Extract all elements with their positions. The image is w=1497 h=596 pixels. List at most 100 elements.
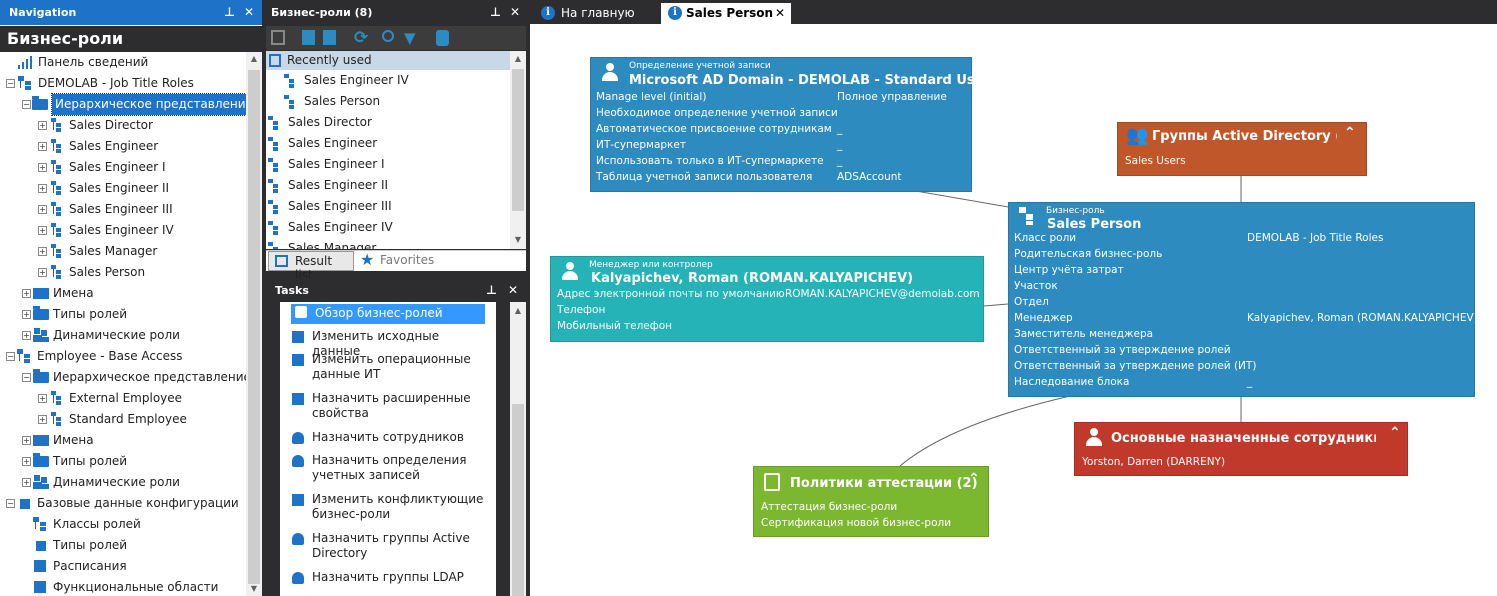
expand-icon[interactable]: + [22,310,31,319]
results-scroll-thumb[interactable] [512,69,524,211]
tab-favorites[interactable]: ★ Favorites [358,250,438,271]
result-item[interactable]: Sales Manager [266,238,510,249]
tasks-scrollbar[interactable]: ▲ [510,302,526,596]
task-item[interactable]: Назначить группы Active Directory [288,531,488,565]
nav-tree-item[interactable]: − Базовые данные конфигурации [0,493,246,514]
expand-icon[interactable]: + [38,142,47,151]
scroll-up-icon[interactable]: ▲ [246,54,262,63]
card-manager[interactable]: Менеджер или контролер Kalyapichev, Roma… [550,256,984,342]
nav-tree-item[interactable]: + Динамические роли [0,472,246,493]
task-item[interactable]: Назначить расширенные свойства [288,391,488,425]
result-item[interactable]: Sales Engineer IV [266,70,510,91]
expand-icon[interactable]: + [22,289,31,298]
nav-tree-item[interactable]: − Иерархическое представление [0,367,246,388]
card-item[interactable]: Yorston, Darren (DARRENY) [1082,456,1225,468]
card-account-definition[interactable]: Определение учетной записи Microsoft AD … [590,57,990,192]
nav-tree-item[interactable]: + Имена [0,430,246,451]
collapse-icon[interactable]: ⌃ [1389,425,1401,441]
nav-tree-item[interactable]: + Типы ролей [0,304,246,325]
result-item[interactable]: Sales Director [266,112,510,133]
collapse-icon[interactable]: ⌃ [968,471,980,487]
nav-scrollbar[interactable]: ▲ ▼ [246,52,262,596]
tab-result-list[interactable]: Result list [268,251,354,282]
nav-tree-item[interactable]: Панель сведений [0,52,246,73]
collapse-icon[interactable]: − [6,79,15,88]
nav-tree-item[interactable]: + Standard Employee [0,409,246,430]
task-item[interactable]: Изменить операционные данные ИТ [288,352,488,386]
result-item[interactable]: Sales Engineer II [266,175,510,196]
pin-icon[interactable]: ⊥ [490,5,501,19]
card-attestation-policies[interactable]: Политики аттестации (2) ⌃ Аттестация биз… [753,466,989,537]
card-item[interactable]: Аттестация бизнес-роли [761,501,897,513]
nav-tree-item[interactable]: + Sales Engineer [0,136,246,157]
nav-tree-item[interactable]: + Sales Person [0,262,246,283]
nav-scroll-thumb[interactable] [248,70,260,584]
expand-icon[interactable]: + [38,268,47,277]
nav-tree-item[interactable]: + Sales Engineer I [0,157,246,178]
pin-icon[interactable]: ⊥ [224,5,235,19]
nav-tree-item[interactable]: − Иерархическое представление [0,93,246,116]
nav-tree-item[interactable]: + Типы ролей [0,451,246,472]
pin-icon[interactable]: ⊥ [486,283,497,297]
nav-tree-item[interactable]: + Sales Director [0,115,246,136]
tasks-scroll-thumb[interactable] [512,404,524,596]
database-icon[interactable] [436,30,449,46]
nav-tree-item[interactable]: + Динамические роли [0,325,246,346]
result-item[interactable]: Sales Person [266,91,510,112]
expand-icon[interactable]: + [38,415,47,424]
expand-icon[interactable]: + [38,247,47,256]
tab-home[interactable]: i На главную [534,3,658,24]
nav-tree-item[interactable]: + Sales Engineer IV [0,220,246,241]
nav-tree-item[interactable]: Классы ролей [0,514,246,535]
task-item[interactable]: Назначить группы LDAP [288,570,488,590]
expand-icon[interactable]: + [22,457,31,466]
card-item[interactable]: Сертификация новой бизнес-роли [761,517,951,529]
delete-icon[interactable] [323,30,336,45]
collapse-icon[interactable]: ⌃ [1344,125,1356,141]
expand-icon[interactable]: + [38,226,47,235]
expand-icon[interactable]: + [38,394,47,403]
close-tab-icon[interactable]: ✕ [775,3,785,23]
expand-icon[interactable]: + [22,436,31,445]
result-item[interactable]: Sales Engineer I [266,154,510,175]
task-item[interactable]: Изменить исходные данные [288,329,488,358]
result-item[interactable]: Sales Engineer IV [266,217,510,238]
result-item[interactable]: Sales Engineer III [266,196,510,217]
nav-tree-item[interactable]: Расписания [0,556,246,577]
close-icon[interactable]: ✕ [244,5,254,19]
scroll-down-icon[interactable]: ▼ [246,584,262,593]
scroll-up-icon[interactable]: ▲ [510,306,526,315]
nav-tree-item[interactable]: + External Employee [0,388,246,409]
collapse-icon[interactable]: − [22,373,31,382]
task-item[interactable]: Изменить конфликтующие бизнес-роли [288,492,488,526]
card-item[interactable]: Sales Users [1125,155,1186,167]
scroll-up-icon[interactable]: ▲ [510,54,526,63]
card-business-role[interactable]: Бизнес-роль Sales Person Класс роли DEMOL… [1008,202,1478,397]
results-scrollbar[interactable]: ▲ ▼ [510,51,526,249]
result-item[interactable]: Sales Engineer [266,133,510,154]
card-assigned-employees[interactable]: Основные назначенные сотрудники (1) ⌃ Yo… [1074,422,1408,476]
filter-icon[interactable]: ▼ [404,29,416,47]
collapse-icon[interactable]: − [22,100,31,109]
nav-tree-item[interactable]: − Employee - Base Access [0,346,246,367]
task-item[interactable]: Назначить сотрудников [288,430,488,450]
nav-tree-item[interactable]: + Sales Manager [0,241,246,262]
tab-sales-person[interactable]: i Sales Person ✕ [661,3,791,24]
search-icon[interactable] [382,30,394,42]
nav-tree-item[interactable]: + Sales Engineer II [0,178,246,199]
card-ad-groups[interactable]: 👥 Группы Active Directory (1) ⌃ Sales Us… [1117,122,1367,176]
collapse-icon[interactable]: − [6,352,15,361]
nav-tree-item[interactable]: Типы ролей [0,535,246,556]
recently-used-group[interactable]: Recently used [266,51,510,70]
task-item[interactable]: Назначить определения учетных записей [288,453,488,487]
scroll-down-icon[interactable]: ▼ [510,235,526,244]
expand-icon[interactable]: + [38,184,47,193]
expand-icon[interactable]: + [22,331,31,340]
expand-icon[interactable]: + [38,205,47,214]
nav-tree-item[interactable]: + Sales Engineer III [0,199,246,220]
collapse-icon[interactable]: − [6,499,15,508]
nav-tree-item[interactable]: − DEMOLAB - Job Title Roles [0,73,246,94]
copy-icon[interactable] [271,30,285,45]
nav-tree-item[interactable]: + Имена [0,283,246,304]
close-icon[interactable]: ✕ [510,5,520,19]
